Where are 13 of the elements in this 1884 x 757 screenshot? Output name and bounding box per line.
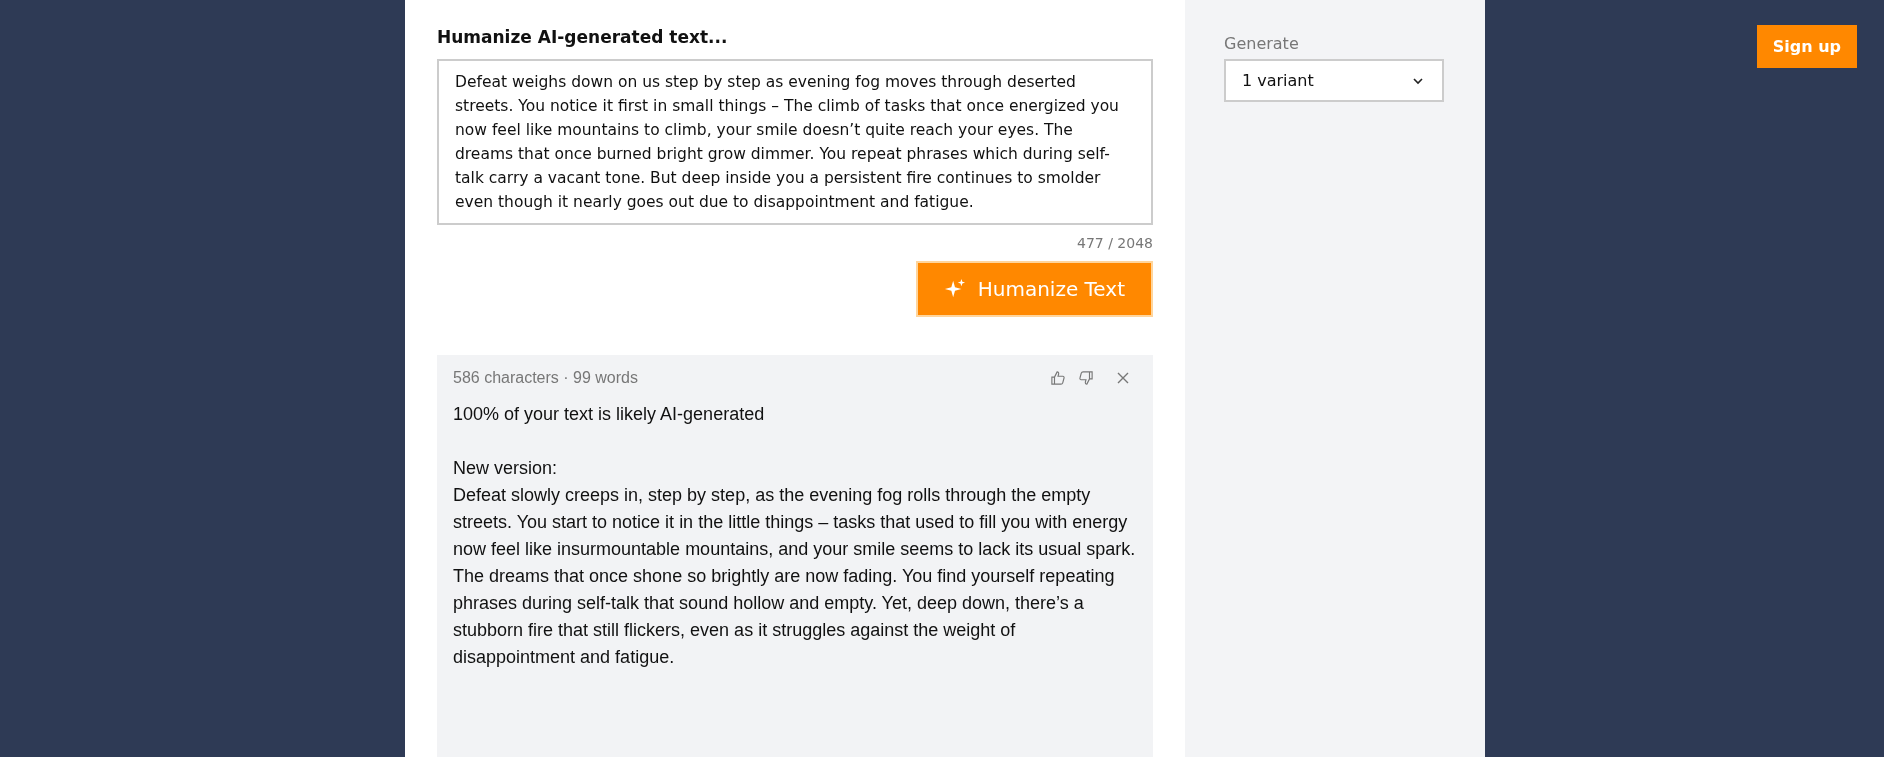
editor-title: Humanize AI-generated text... (437, 27, 729, 47)
humanized-text: Defeat slowly creeps in, step by step, as the evening fog rolls through the empty streets. You start to notice it in the little things – tasks that used to fill you with energy now feel like insurmountable mountains, and your smile seems to lack its usual spark. The dreams that once shone so brightly are now fading. You find yourself repeating phrases during self-talk that sound hollow and empty. Yet, deep down, there’s a stubborn fire that still flickers, even as it struggles against the weight of disappointment and fatigue. (453, 484, 1137, 669)
variant-select[interactable]: 1 variant (1224, 59, 1444, 102)
thumbs-down-icon[interactable] (1079, 371, 1093, 385)
generate-label: Generate (1224, 34, 1300, 53)
thumbs-up-icon[interactable] (1051, 371, 1065, 385)
character-counter: 477 / 2048 (1076, 235, 1153, 251)
chevron-down-icon (1412, 76, 1424, 85)
input-field[interactable]: Defeat weighs down on us step by step as evening fog moves through deserted streets. You notice it first in small things – The climb of tasks that once energized you now feel like mountains to climb, your smile doesn’t quite reach your eyes. The dreams that once burned bright grow dimmer. You repeat phrases which during self-talk carry a vacant tone. But deep inside you a persistent fire continues to smolder even though it nearly goes out due to disappointment and fatigue. (437, 59, 1153, 225)
result-stats: 586 characters · 99 words (453, 369, 638, 387)
version-label: New version: (453, 457, 559, 480)
detection-result: 100% of your text is likely AI-generated (453, 403, 766, 426)
close-icon[interactable] (1117, 372, 1129, 384)
